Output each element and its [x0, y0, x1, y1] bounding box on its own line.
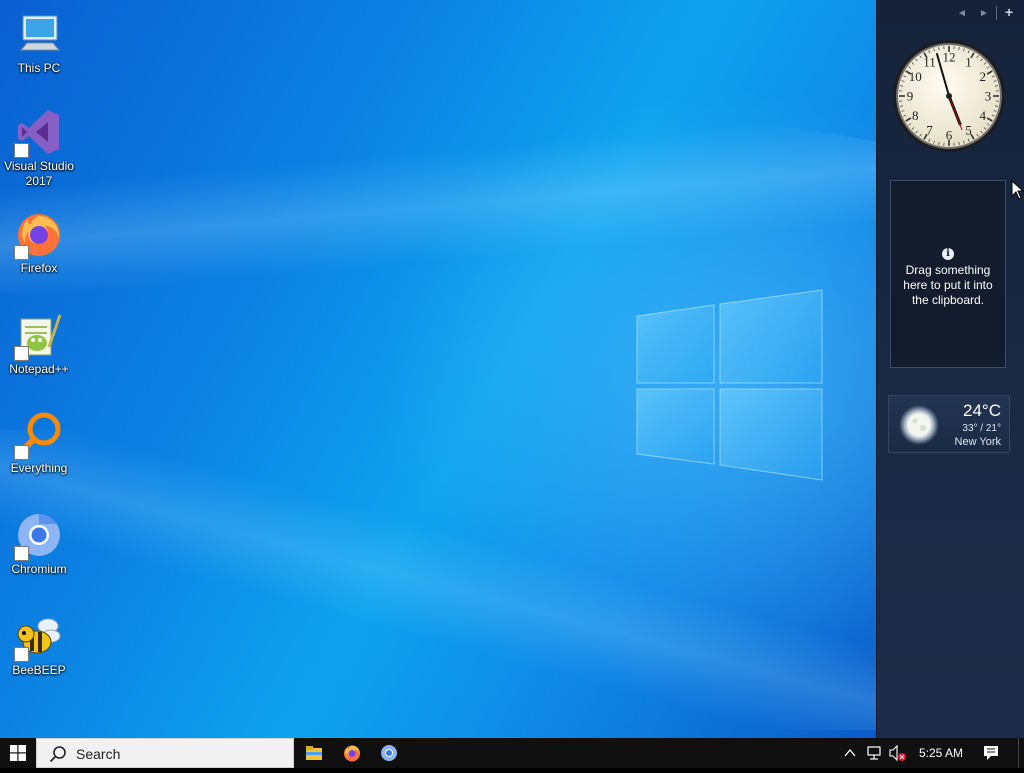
clock-numeral: 5	[965, 122, 972, 137]
computer-icon	[15, 10, 63, 58]
desktop-icon-label: Chromium	[2, 562, 76, 577]
mouse-cursor-icon	[1011, 180, 1024, 200]
shortcut-arrow-icon	[14, 143, 29, 158]
desktop-icon-label: Firefox	[2, 261, 76, 276]
windows-start-icon	[10, 745, 26, 761]
action-center-button[interactable]	[978, 738, 1004, 768]
visual-studio-icon	[15, 108, 63, 156]
clock-numeral: 12	[943, 50, 956, 65]
add-gadget-button[interactable]: +	[1005, 4, 1013, 20]
info-icon: i	[942, 248, 954, 260]
desktop-icon-label: Notepad++	[2, 362, 76, 377]
clock-numeral: 1	[965, 55, 972, 70]
desktop-icon-this-pc[interactable]: This PC	[2, 10, 76, 76]
clock-numeral: 3	[985, 89, 992, 104]
clock-numeral: 6	[946, 128, 953, 143]
desktop-icon-label: Visual Studio 2017	[2, 159, 76, 189]
next-page-icon[interactable]: ►	[979, 8, 989, 19]
taskbar-search-box[interactable]: Search	[36, 738, 294, 768]
desktop-icon-visual-studio[interactable]: Visual Studio 2017	[2, 108, 76, 189]
clock-numeral: 8	[912, 108, 919, 123]
network-tray-button[interactable]	[865, 738, 883, 768]
chromium-icon	[380, 744, 398, 762]
notification-icon	[978, 738, 1004, 768]
shortcut-arrow-icon	[14, 346, 29, 361]
volume-tray-button[interactable]	[888, 738, 908, 768]
sidebar-divider	[996, 6, 997, 20]
clock-numeral: 11	[923, 55, 936, 70]
shortcut-arrow-icon	[14, 647, 29, 662]
clock-numeral: 2	[980, 69, 987, 84]
magnifier-everything-icon	[15, 410, 63, 458]
desktop-wallpaper[interactable]: This PC Visual Studio 2017 Firefox	[0, 0, 876, 738]
gadgets-sidebar: ◄ ► + 12 12 3 45678 9 1011 i Drag something h…	[876, 0, 1024, 738]
previous-page-icon[interactable]: ◄	[957, 8, 967, 19]
clipboard-gadget[interactable]: i Drag something here to put it into the…	[890, 180, 1006, 368]
desktop-icon-firefox[interactable]: Firefox	[2, 210, 76, 276]
taskbar-chromium[interactable]	[375, 741, 403, 765]
clock-numeral: 9	[907, 89, 914, 104]
taskbar: Search	[0, 738, 1024, 768]
clipboard-hint-text: Drag something here to put it into the c…	[895, 263, 1001, 308]
shortcut-arrow-icon	[14, 546, 29, 561]
desktop-icon-beebeep[interactable]: BeeBEEP	[2, 612, 76, 678]
taskbar-clock[interactable]: 5:25 AM	[912, 738, 970, 768]
show-hidden-icons-button[interactable]	[842, 738, 858, 768]
bee-icon	[15, 612, 63, 660]
weather-gadget[interactable]: 24°C 33° / 21° New York	[888, 395, 1010, 453]
desktop-icon-chromium[interactable]: Chromium	[2, 511, 76, 577]
notepad-plus-plus-icon	[15, 311, 63, 359]
start-button[interactable]	[0, 738, 36, 768]
file-explorer-icon	[305, 744, 323, 762]
clock-numeral: 4	[980, 108, 987, 123]
chromium-icon	[15, 511, 63, 559]
desktop-icon-notepad-plus-plus[interactable]: Notepad++	[2, 311, 76, 377]
firefox-icon	[343, 744, 361, 762]
taskbar-firefox[interactable]	[338, 741, 366, 765]
moon-icon	[899, 405, 939, 445]
chevron-up-icon	[842, 738, 858, 768]
volume-muted-icon	[888, 738, 908, 768]
desktop-icon-everything[interactable]: Everything	[2, 410, 76, 476]
windows-logo-wallpaper	[634, 288, 824, 482]
taskbar-file-explorer[interactable]	[300, 741, 328, 765]
search-placeholder: Search	[76, 746, 120, 762]
desktop-icon-label: Everything	[2, 461, 76, 476]
search-icon	[49, 745, 67, 763]
weather-temperature: 24°C	[963, 401, 1001, 421]
clock-numeral: 7	[926, 122, 933, 137]
shortcut-arrow-icon	[14, 245, 29, 260]
desktop-icon-label: This PC	[2, 61, 76, 76]
network-icon	[865, 738, 883, 768]
weather-city: New York	[955, 436, 1001, 448]
shortcut-arrow-icon	[14, 445, 29, 460]
weather-high-low: 33° / 21°	[962, 423, 1001, 434]
firefox-icon	[15, 210, 63, 258]
desktop-icon-label: BeeBEEP	[2, 663, 76, 678]
clock-gadget[interactable]: 12 12 3 45678 9 1011	[891, 38, 1007, 154]
clock-numeral: 10	[909, 69, 922, 84]
show-desktop-button[interactable]	[1018, 738, 1024, 768]
